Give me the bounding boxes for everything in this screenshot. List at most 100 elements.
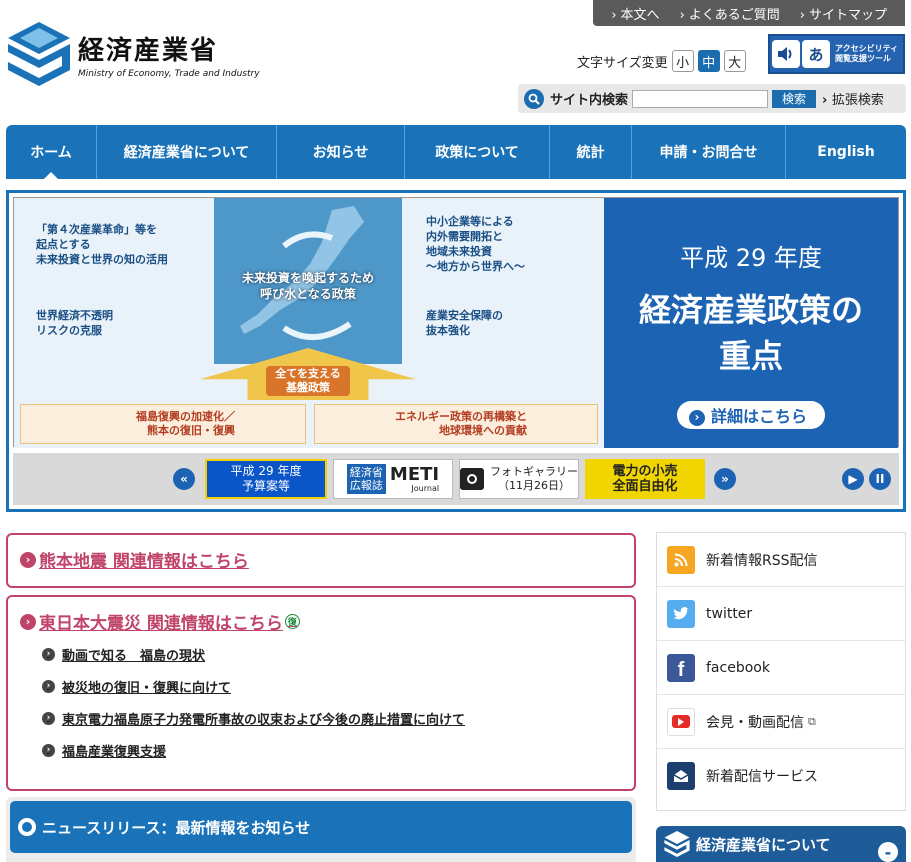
search-input[interactable] [632, 89, 769, 108]
youtube-icon [667, 707, 695, 736]
kumamoto-link-label: 熊本地震 関連情報はこちら [39, 552, 249, 572]
sublink-industry-support[interactable]: › 福島産業復興支援 [42, 734, 634, 766]
reconstruction-badge-icon: 復 [284, 614, 300, 629]
sidebar-item-label: 新着配信サービス [706, 769, 818, 785]
carousel-play-button[interactable]: ▶ [842, 468, 864, 490]
tohoku-link-label: 東日本大震災 関連情報はこちら [39, 614, 283, 634]
logo-subtitle: Ministry of Economy, Trade and Industry [78, 68, 260, 79]
banner-heading-1: 経済産業政策の [638, 291, 863, 329]
sidebar-item-rss[interactable]: 新着情報RSS配信 [657, 533, 905, 587]
accessibility-tool-button[interactable]: あ アクセシビリティ 閲覧支援ツール [768, 34, 905, 74]
cell3-line1: 世界経済不透明 [36, 309, 113, 322]
search-button[interactable]: 検索 [772, 89, 817, 108]
font-size-label: 文字サイズ変更 [577, 55, 668, 71]
thumb2-line1: 経済省 [349, 466, 383, 479]
cell2-line2: 内外需要開拓と [426, 230, 503, 243]
thumb-budget[interactable]: 平成 29 年度 予算案等 [205, 459, 327, 499]
sidebar-item-video[interactable]: 会見・動画配信 ⧉ [657, 695, 905, 749]
kumamoto-link[interactable]: › 熊本地震 関連情報はこちら [20, 547, 634, 572]
search-icon [524, 88, 544, 109]
carousel-pause-button[interactable]: II [869, 468, 891, 490]
box2-line1: エネルギー政策の再構築と [395, 410, 527, 423]
cell3-line2: リスクの克服 [36, 324, 102, 337]
advanced-search-link[interactable]: 拡張検索 [822, 89, 884, 108]
thumb3-line1: フォトギャラリー [490, 465, 578, 478]
meti-journal-logo: METI [389, 463, 440, 485]
thumb3-line2: （11月26日） [498, 479, 570, 492]
thumb-photo-gallery[interactable]: フォトギャラリー （11月26日） [459, 459, 579, 499]
sidebar-item-label: 会見・動画配信 [706, 714, 804, 731]
sublink-label: 動画で知る 福島の現状 [62, 648, 206, 664]
banner-detail-button[interactable]: 詳細はこちら [676, 401, 825, 429]
policy-banner[interactable]: 未来投資を喚起するため 呼び水となる政策 「第４次産業革命」等を 起点とする 未… [13, 197, 899, 448]
banner-diagram: 未来投資を喚起するため 呼び水となる政策 「第４次産業革命」等を 起点とする 未… [14, 198, 604, 448]
arrow-right-icon: › [42, 679, 55, 693]
faq-link[interactable]: よくあるご質問 [680, 4, 780, 23]
font-size-control: 文字サイズ変更 小 中 大 [577, 50, 746, 72]
carousel-prev-button[interactable]: « [173, 468, 195, 490]
sublink-video[interactable]: › 動画で知る 福島の現状 [42, 638, 634, 670]
banner-carousel: « 平成 29 年度 予算案等 経済省 広報誌 METI Journal フォト… [13, 453, 899, 505]
sidebar-about-header[interactable]: 経済産業省について - [656, 826, 906, 862]
a11y-label-2: 閲覧支援ツール [835, 54, 891, 63]
font-size-large-button[interactable]: 大 [723, 50, 746, 72]
nav-statistics[interactable]: 統計 [550, 125, 632, 179]
news-release-header: ニュースリリース：最新情報をお知らせ [10, 801, 632, 853]
nav-about[interactable]: 経済産業省について [97, 125, 277, 179]
nav-home[interactable]: ホーム [6, 125, 97, 179]
sidebar-item-twitter[interactable]: twitter [657, 587, 905, 641]
search-label: サイト内検索 [550, 93, 629, 108]
nav-news[interactable]: お知らせ [277, 125, 405, 179]
utility-bar: 本文へ よくあるご質問 サイトマップ [593, 0, 905, 26]
rss-icon [667, 545, 695, 574]
sublink-recovery[interactable]: › 被災地の復旧・復興に向けて [42, 670, 634, 702]
hero-banner: 未来投資を喚起するため 呼び水となる政策 「第４次産業革命」等を 起点とする 未… [6, 190, 906, 512]
nav-application[interactable]: 申請・お問合せ [632, 125, 786, 179]
camera-icon [460, 468, 484, 490]
thumb4-line2: 全面自由化 [612, 479, 678, 494]
sidebar-item-facebook[interactable]: f facebook [657, 641, 905, 695]
center-text-2: 呼び水となる政策 [260, 287, 356, 301]
meti-journal-sub: Journal [411, 483, 440, 493]
tohoku-link[interactable]: › 東日本大震災 関連情報はこちら 復 [20, 609, 634, 634]
banner-headline-panel: 平成 29 年度 経済産業政策の 重点 詳細はこちら [604, 198, 898, 448]
collapse-toggle-icon[interactable]: - [878, 842, 898, 862]
sidebar-about-title: 経済産業省について [696, 835, 831, 854]
sublink-label: 福島産業復興支援 [62, 744, 167, 760]
mail-icon [667, 762, 695, 790]
carousel-next-button[interactable]: » [714, 468, 736, 490]
font-size-small-button[interactable]: 小 [671, 50, 694, 72]
site-logo[interactable]: 経済産業省 Ministry of Economy, Trade and Ind… [8, 22, 260, 86]
sidebar-item-mail[interactable]: 新着配信サービス [657, 749, 905, 803]
banner-heading-2: 重点 [718, 337, 783, 375]
skip-to-content-link[interactable]: 本文へ [611, 4, 660, 23]
nav-english[interactable]: English [786, 125, 906, 179]
font-size-medium-button[interactable]: 中 [697, 50, 720, 72]
cell1-line1: 「第４次産業革命」等を [36, 223, 157, 236]
thumb-meti-journal[interactable]: 経済省 広報誌 METI Journal [333, 459, 453, 499]
thumb2-line2: 広報誌 [349, 479, 383, 492]
cell1-line2: 起点とする [36, 238, 91, 251]
speaker-icon [772, 40, 800, 68]
sitemap-link[interactable]: サイトマップ [800, 4, 887, 23]
thumb-electricity-liberalization[interactable]: 電力の小売 全面自由化 [585, 459, 705, 499]
ring-icon [18, 818, 36, 836]
thumb4-line1: 電力の小売 [612, 464, 678, 479]
arrow-line2: 基盤政策 [286, 381, 330, 394]
box1-line2: 熊本の復旧・復興 [147, 424, 235, 437]
sublink-label: 東京電力福島原子力発電所事故の収束および今後の廃止措置に向けて [62, 712, 466, 728]
cell2-line4: 〜地方から世界へ〜 [426, 260, 525, 273]
news-release-section: ニュースリリース：最新情報をお知らせ [6, 797, 636, 862]
box1-line1: 福島復興の加速化／ [136, 410, 235, 423]
external-link-icon: ⧉ [808, 714, 816, 728]
arrow-line1: 全てを支える [275, 367, 341, 380]
box2-line2: 地球環境への貢献 [439, 424, 527, 437]
arrow-right-icon: › [42, 743, 55, 757]
banner-center-map: 未来投資を喚起するため 呼び水となる政策 [214, 198, 402, 364]
cell4-line1: 産業安全保障の [426, 309, 503, 322]
sublink-decommission[interactable]: › 東京電力福島原子力発電所事故の収束および今後の廃止措置に向けて [42, 702, 634, 734]
meti-logo-icon [8, 22, 70, 86]
sidebar-item-label: twitter [706, 605, 753, 622]
nav-policy[interactable]: 政策について [405, 125, 550, 179]
kumamoto-alert: › 熊本地震 関連情報はこちら [6, 533, 636, 588]
